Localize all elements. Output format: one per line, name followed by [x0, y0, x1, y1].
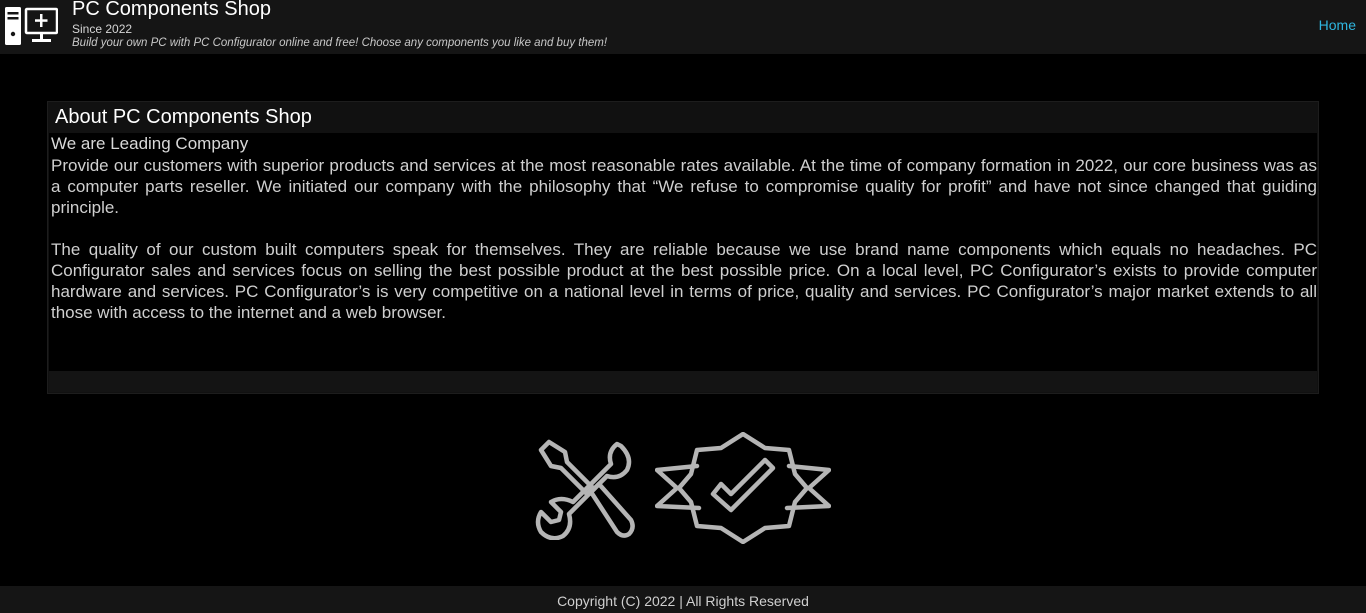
site-footer: Copyright (C) 2022 | All Rights Reserved [0, 586, 1366, 613]
about-card-footer [49, 371, 1317, 392]
copyright-text: Copyright (C) 2022 | All Rights Reserved [557, 593, 809, 609]
nav-home-link[interactable]: Home [1319, 17, 1356, 33]
about-paragraph: Provide our customers with superior prod… [51, 156, 1317, 217]
quality-badge-check-icon [655, 432, 831, 544]
pc-monitor-icon [5, 7, 58, 45]
wrench-screwdriver-icon [535, 439, 635, 540]
about-paragraph: The quality of our custom built computer… [51, 240, 1317, 322]
site-header: PC Components Shop Since 2022 Build your… [0, 0, 1366, 54]
about-card: About PC Components Shop We are Leading … [47, 101, 1319, 394]
about-body: We are Leading Company Provide our custo… [49, 133, 1317, 371]
about-text: Provide our customers with superior prod… [51, 155, 1317, 344]
about-subtitle: We are Leading Company [51, 134, 249, 153]
about-title: About PC Components Shop [55, 106, 312, 128]
site-title: PC Components Shop [72, 0, 272, 20]
since-text: Since 2022 [72, 22, 133, 36]
tagline: Build your own PC with PC Configurator o… [72, 37, 608, 49]
